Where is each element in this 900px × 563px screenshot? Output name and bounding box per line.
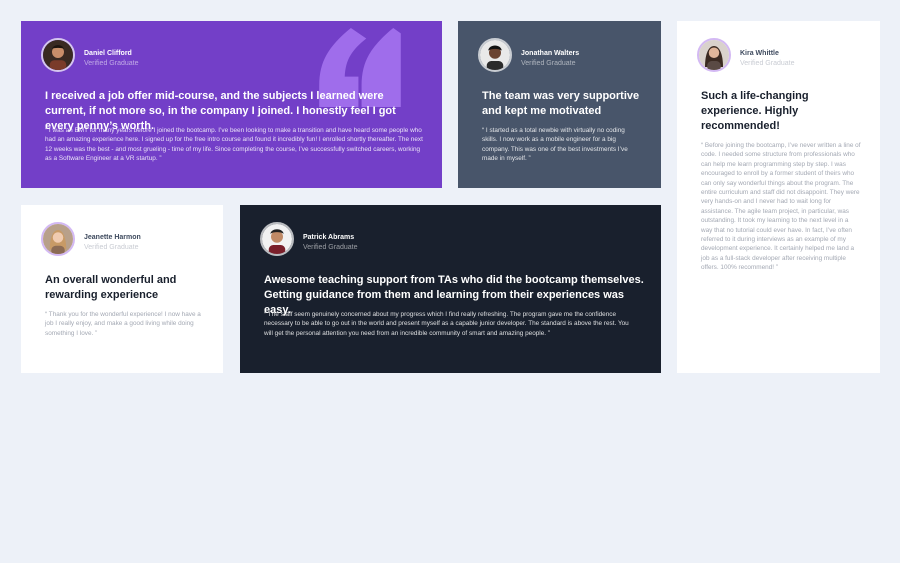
testimonial-body: “ I started as a total newbie with virtu… [482, 127, 628, 163]
testimonial-role: Verified Graduate [303, 244, 358, 251]
testimonial-card-patrick: Patrick Abrams Verified Graduate Awesome… [240, 205, 661, 373]
testimonial-body: “ The staff seem genuinely concerned abo… [264, 311, 629, 337]
testimonial-body: “ Before joining the bootcamp, I’ve neve… [701, 142, 861, 272]
testimonial-card-kira: Kira Whittle Verified Graduate Such a li… [677, 21, 880, 373]
testimonial-name: Daniel Clifford [84, 50, 132, 57]
avatar [41, 38, 75, 72]
testimonial-headline: The team was very supportive and kept me… [482, 90, 640, 117]
testimonial-role: Verified Graduate [84, 244, 139, 251]
testimonial-name: Jeanette Harmon [84, 234, 141, 241]
testimonial-name: Kira Whittle [740, 50, 779, 57]
testimonial-name: Jonathan Walters [521, 50, 580, 57]
testimonial-card-daniel: Daniel Clifford Verified Graduate I rece… [21, 21, 442, 188]
testimonial-role: Verified Graduate [84, 60, 139, 67]
testimonial-body: “ Thank you for the wonderful experience… [45, 311, 201, 337]
testimonial-body: “ I was an EMT for many years before I j… [45, 127, 423, 163]
avatar [697, 38, 731, 72]
testimonial-role: Verified Graduate [521, 60, 576, 67]
avatar [260, 222, 294, 256]
testimonial-card-jonathan: Jonathan Walters Verified Graduate The t… [458, 21, 661, 188]
testimonial-name: Patrick Abrams [303, 234, 355, 241]
avatar [478, 38, 512, 72]
testimonial-card-jeanette: Jeanette Harmon Verified Graduate An ove… [21, 205, 223, 373]
avatar [41, 222, 75, 256]
testimonial-headline: An overall wonderful and rewarding exper… [45, 274, 177, 301]
testimonial-headline: Such a life-changing experience. Highly … [701, 90, 809, 132]
testimonial-role: Verified Graduate [740, 60, 795, 67]
